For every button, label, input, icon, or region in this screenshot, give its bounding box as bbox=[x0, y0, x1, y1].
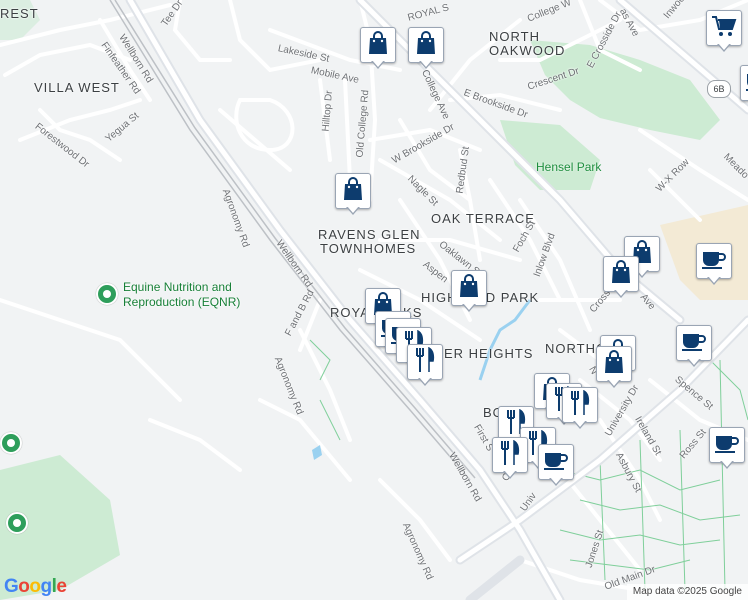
coffee-cup-marker[interactable] bbox=[676, 325, 712, 369]
park-label: Hensel Park bbox=[536, 160, 602, 174]
map-attribution[interactable]: Map data ©2025 Google bbox=[626, 584, 748, 600]
restaurant-icon bbox=[569, 389, 591, 421]
google-logo: Google bbox=[4, 576, 67, 597]
area-label: OAKWOOD bbox=[489, 43, 566, 58]
coffee-cup-marker[interactable] bbox=[740, 65, 748, 109]
shopping-bag-icon bbox=[342, 176, 364, 206]
area-label: VILLA WEST bbox=[34, 80, 120, 95]
shopping-bag-marker[interactable] bbox=[603, 256, 639, 300]
poi-label[interactable]: Equine Nutrition and bbox=[123, 280, 232, 294]
restaurant-icon bbox=[414, 346, 436, 378]
shopping-cart-marker[interactable] bbox=[706, 10, 742, 54]
area-label: ER HEIGHTS bbox=[444, 346, 534, 361]
coffee-cup-icon bbox=[543, 450, 569, 475]
restaurant-marker[interactable] bbox=[407, 344, 443, 388]
shopping-bag-marker[interactable] bbox=[596, 346, 632, 390]
area-label: OAK TERRACE bbox=[431, 211, 535, 226]
coffee-cup-marker[interactable] bbox=[538, 444, 574, 488]
poi-pin-icon[interactable] bbox=[0, 432, 22, 454]
highway-shield-icon: 6B bbox=[707, 80, 731, 98]
coffee-cup-icon bbox=[681, 331, 707, 356]
poi-pin-icon[interactable] bbox=[6, 512, 28, 534]
restaurant-icon bbox=[499, 439, 521, 471]
restaurant-marker[interactable] bbox=[492, 437, 528, 481]
area-label: NORTH bbox=[489, 29, 540, 44]
area-label: TOWNHOMES bbox=[320, 241, 417, 256]
shopping-bag-icon bbox=[603, 349, 625, 379]
shopping-bag-icon bbox=[458, 273, 480, 303]
creek bbox=[478, 299, 532, 381]
coffee-cup-marker[interactable] bbox=[696, 243, 732, 287]
coffee-cup-marker[interactable] bbox=[709, 427, 745, 471]
shopping-bag-icon bbox=[367, 30, 389, 60]
shopping-bag-icon bbox=[610, 259, 632, 289]
area-label: RAVENS GLEN bbox=[318, 227, 421, 242]
shopping-bag-marker[interactable] bbox=[335, 173, 371, 217]
shopping-bag-marker[interactable] bbox=[360, 27, 396, 71]
coffee-cup-icon bbox=[714, 433, 740, 458]
shopping-cart-icon bbox=[711, 14, 737, 43]
poi-pin-icon[interactable] bbox=[96, 283, 118, 305]
coffee-cup-icon bbox=[701, 249, 727, 274]
shopping-bag-marker[interactable] bbox=[451, 270, 487, 314]
restaurant-marker[interactable] bbox=[562, 387, 598, 431]
shopping-bag-icon bbox=[415, 30, 437, 60]
shopping-bag-marker[interactable] bbox=[408, 27, 444, 71]
area-label: REST bbox=[0, 6, 39, 21]
poi-label[interactable]: Reproduction (EQNR) bbox=[123, 295, 240, 309]
